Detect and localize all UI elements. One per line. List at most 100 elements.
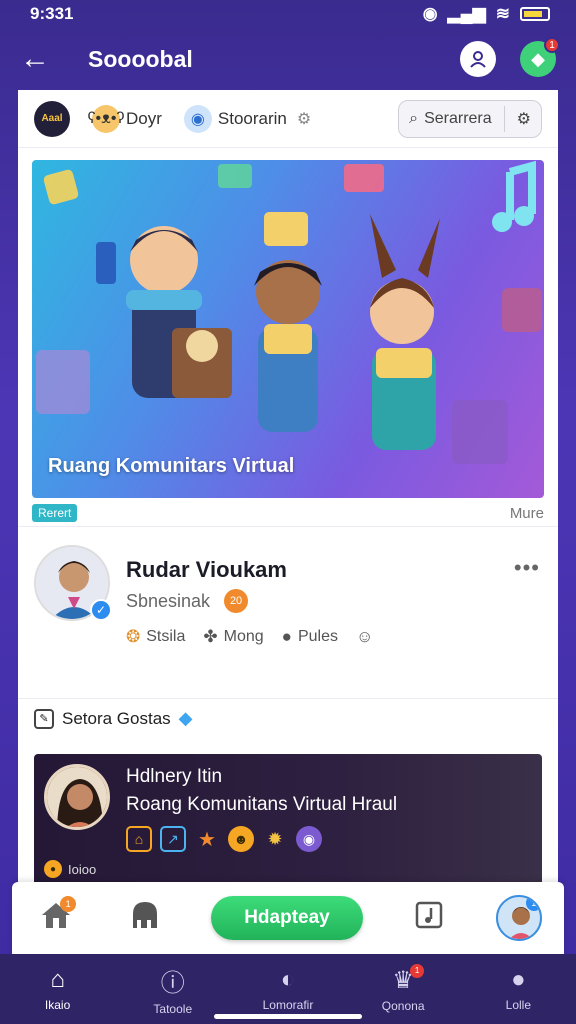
nav-label: Ikaio: [44, 998, 71, 1012]
elephant-icon: [132, 901, 157, 928]
nav-label: Lomorafir: [262, 998, 314, 1012]
filter-chip-doyr[interactable]: ʕ•ᴥ•ʔ Doyr: [88, 104, 162, 133]
more-link[interactable]: Mure: [510, 505, 544, 522]
nav-item-alerts[interactable]: ⓘ Tatoole: [128, 963, 218, 1016]
action-label: Mong: [223, 628, 264, 645]
wifi-icon: ≋: [495, 4, 510, 23]
page-title: Soooobal: [88, 45, 193, 72]
status-icons: ◉ ▂▄▆ ≋: [423, 4, 550, 24]
home-icon: ⌂: [50, 966, 65, 993]
person-icon: ●: [511, 966, 526, 993]
post-subtitle-row: Sbnesinak 20: [126, 589, 249, 613]
verified-badge-icon: ✓: [90, 599, 112, 621]
featured-icon-row: ⌂ ↗ ★ ☻ ✹ ◉: [126, 826, 322, 852]
chat-bubble-icon: ◆: [531, 48, 545, 69]
hero-section: Ruang Komunitars Virtual: [18, 148, 558, 498]
featured-avatar-illustration: [47, 767, 107, 827]
profile-badge: 1: [525, 897, 540, 911]
face-icon[interactable]: ☻: [228, 826, 254, 852]
status-bar: 9:331 ◉ ▂▄▆ ≋: [0, 0, 576, 28]
gear-badge-icon[interactable]: ✹: [262, 826, 288, 852]
emoji-badge-icon: 20: [224, 589, 249, 613]
nav-item-explore[interactable]: ◐ Lomorafir: [243, 966, 333, 1012]
puzzle-icon: ✤: [203, 627, 218, 646]
action-mong[interactable]: ✤ Mong: [203, 627, 263, 647]
alert-icon: ⓘ: [160, 969, 185, 997]
nav-item-rank[interactable]: ♛ 1 Qonona: [358, 963, 448, 1013]
notification-badge: 1: [544, 37, 560, 53]
action-label: Stsila: [146, 628, 186, 645]
action-label: Pules: [297, 628, 338, 645]
featured-footer: ● Ioioo: [44, 860, 96, 878]
post-subtitle: Sbnesinak: [126, 590, 211, 611]
bear-icon: ʕ•ᴥ•ʔ: [88, 104, 124, 133]
main-content: Aaal ʕ•ᴥ•ʔ Doyr ◉ Stoorarin ⚙ ⌕ Serarrer…: [18, 90, 558, 890]
battery-icon: [520, 7, 550, 21]
home-shortcut-button[interactable]: 1: [34, 895, 78, 937]
add-friend-button[interactable]: [460, 41, 496, 77]
status-time: 9:331: [30, 4, 74, 23]
home-badge: 1: [60, 895, 77, 912]
featured-description: Roang Komunitans Virtual Hraul: [126, 794, 398, 815]
filter-row: Aaal ʕ•ᴥ•ʔ Doyr ◉ Stoorarin ⚙ ⌕ Serarrer…: [18, 90, 558, 148]
chip-label: Stoorarin: [217, 108, 287, 128]
star-icon[interactable]: ★: [194, 826, 220, 852]
elephant-button[interactable]: [123, 900, 167, 937]
search-divider: [503, 105, 505, 132]
app-logo[interactable]: Aaal: [34, 100, 70, 137]
gear-icon[interactable]: ⚙: [297, 109, 311, 129]
nav-badge: 1: [410, 963, 425, 978]
emoji-react-icon[interactable]: ☺: [356, 627, 373, 647]
person-pin-icon: [470, 51, 486, 68]
action-pules[interactable]: ● Pules: [282, 627, 338, 647]
chip-label: Doyr: [126, 108, 162, 128]
chat-button[interactable]: ◆ 1: [520, 37, 560, 77]
app-bar: ← Soooobal ◆ 1: [0, 28, 576, 90]
more-options-icon[interactable]: •••: [514, 555, 540, 581]
hero-illustration: [36, 160, 542, 464]
primary-action-button[interactable]: Hdapteay: [210, 896, 363, 940]
nav-label: Lolle: [505, 998, 532, 1012]
action-stsila[interactable]: ❂ Stsila: [126, 627, 185, 647]
music-doc-button[interactable]: [407, 900, 451, 937]
profile-button[interactable]: 1: [495, 895, 542, 941]
music-document-icon: [416, 901, 443, 928]
nav-item-home[interactable]: ⌂ Ikaio: [13, 966, 103, 1012]
cube-icon: ◆: [178, 708, 193, 728]
nav-label: Qonona: [381, 998, 425, 1013]
hero-caption: Rerert Mure: [18, 500, 558, 526]
owl-icon[interactable]: ◉: [296, 826, 322, 852]
nav-label: Tatoole: [153, 1001, 193, 1016]
hero-tag[interactable]: Rerert: [32, 504, 78, 522]
chart-icon[interactable]: ↗: [160, 826, 186, 852]
post-author-name[interactable]: Rudar Vioukam: [126, 557, 287, 583]
featured-avatar[interactable]: [44, 764, 110, 830]
compass-icon: ◐: [280, 966, 296, 993]
cap-icon[interactable]: ⌂: [126, 826, 152, 852]
post-card: ✓ Rudar Vioukam Sbnesinak 20 ••• ❂ Stsil…: [18, 526, 558, 698]
coin-icon: ●: [44, 860, 62, 878]
camera-icon: ◉: [422, 4, 438, 23]
hero-title: Ruang Komunitars Virtual: [48, 455, 295, 477]
featured-footer-text: Ioioo: [68, 861, 97, 877]
search-box[interactable]: ⌕ Serarrera ⚙: [398, 99, 542, 138]
settings-gear-icon[interactable]: ⚙: [517, 109, 531, 129]
eye-icon: ◉: [183, 104, 212, 133]
search-icon: ⌕: [409, 109, 419, 127]
signal-icon: ▂▄▆: [447, 4, 486, 23]
nav-item-profile[interactable]: ● Lolle: [473, 966, 563, 1012]
status-text: Setora Gostas: [62, 708, 171, 728]
edit-icon: ✎: [34, 708, 54, 729]
medal-icon: ❂: [126, 627, 141, 646]
home-indicator: [214, 1014, 362, 1019]
action-bar: 1 Hdapteay 1: [12, 882, 564, 954]
hero-banner[interactable]: Ruang Komunitars Virtual: [32, 160, 544, 498]
featured-card[interactable]: Hdlnery Itin Roang Komunitans Virtual Hr…: [34, 754, 542, 886]
bubble-icon: ●: [281, 627, 292, 646]
search-input[interactable]: Serarrera: [424, 110, 492, 128]
status-line[interactable]: ✎ Setora Gostas ◆: [18, 698, 558, 738]
featured-name: Hdlnery Itin: [126, 766, 223, 787]
post-actions: ❂ Stsila ✤ Mong ● Pules ☺: [126, 627, 373, 647]
filter-chip-stoorarin[interactable]: ◉ Stoorarin ⚙: [183, 104, 311, 133]
back-arrow-icon[interactable]: ←: [20, 44, 60, 74]
